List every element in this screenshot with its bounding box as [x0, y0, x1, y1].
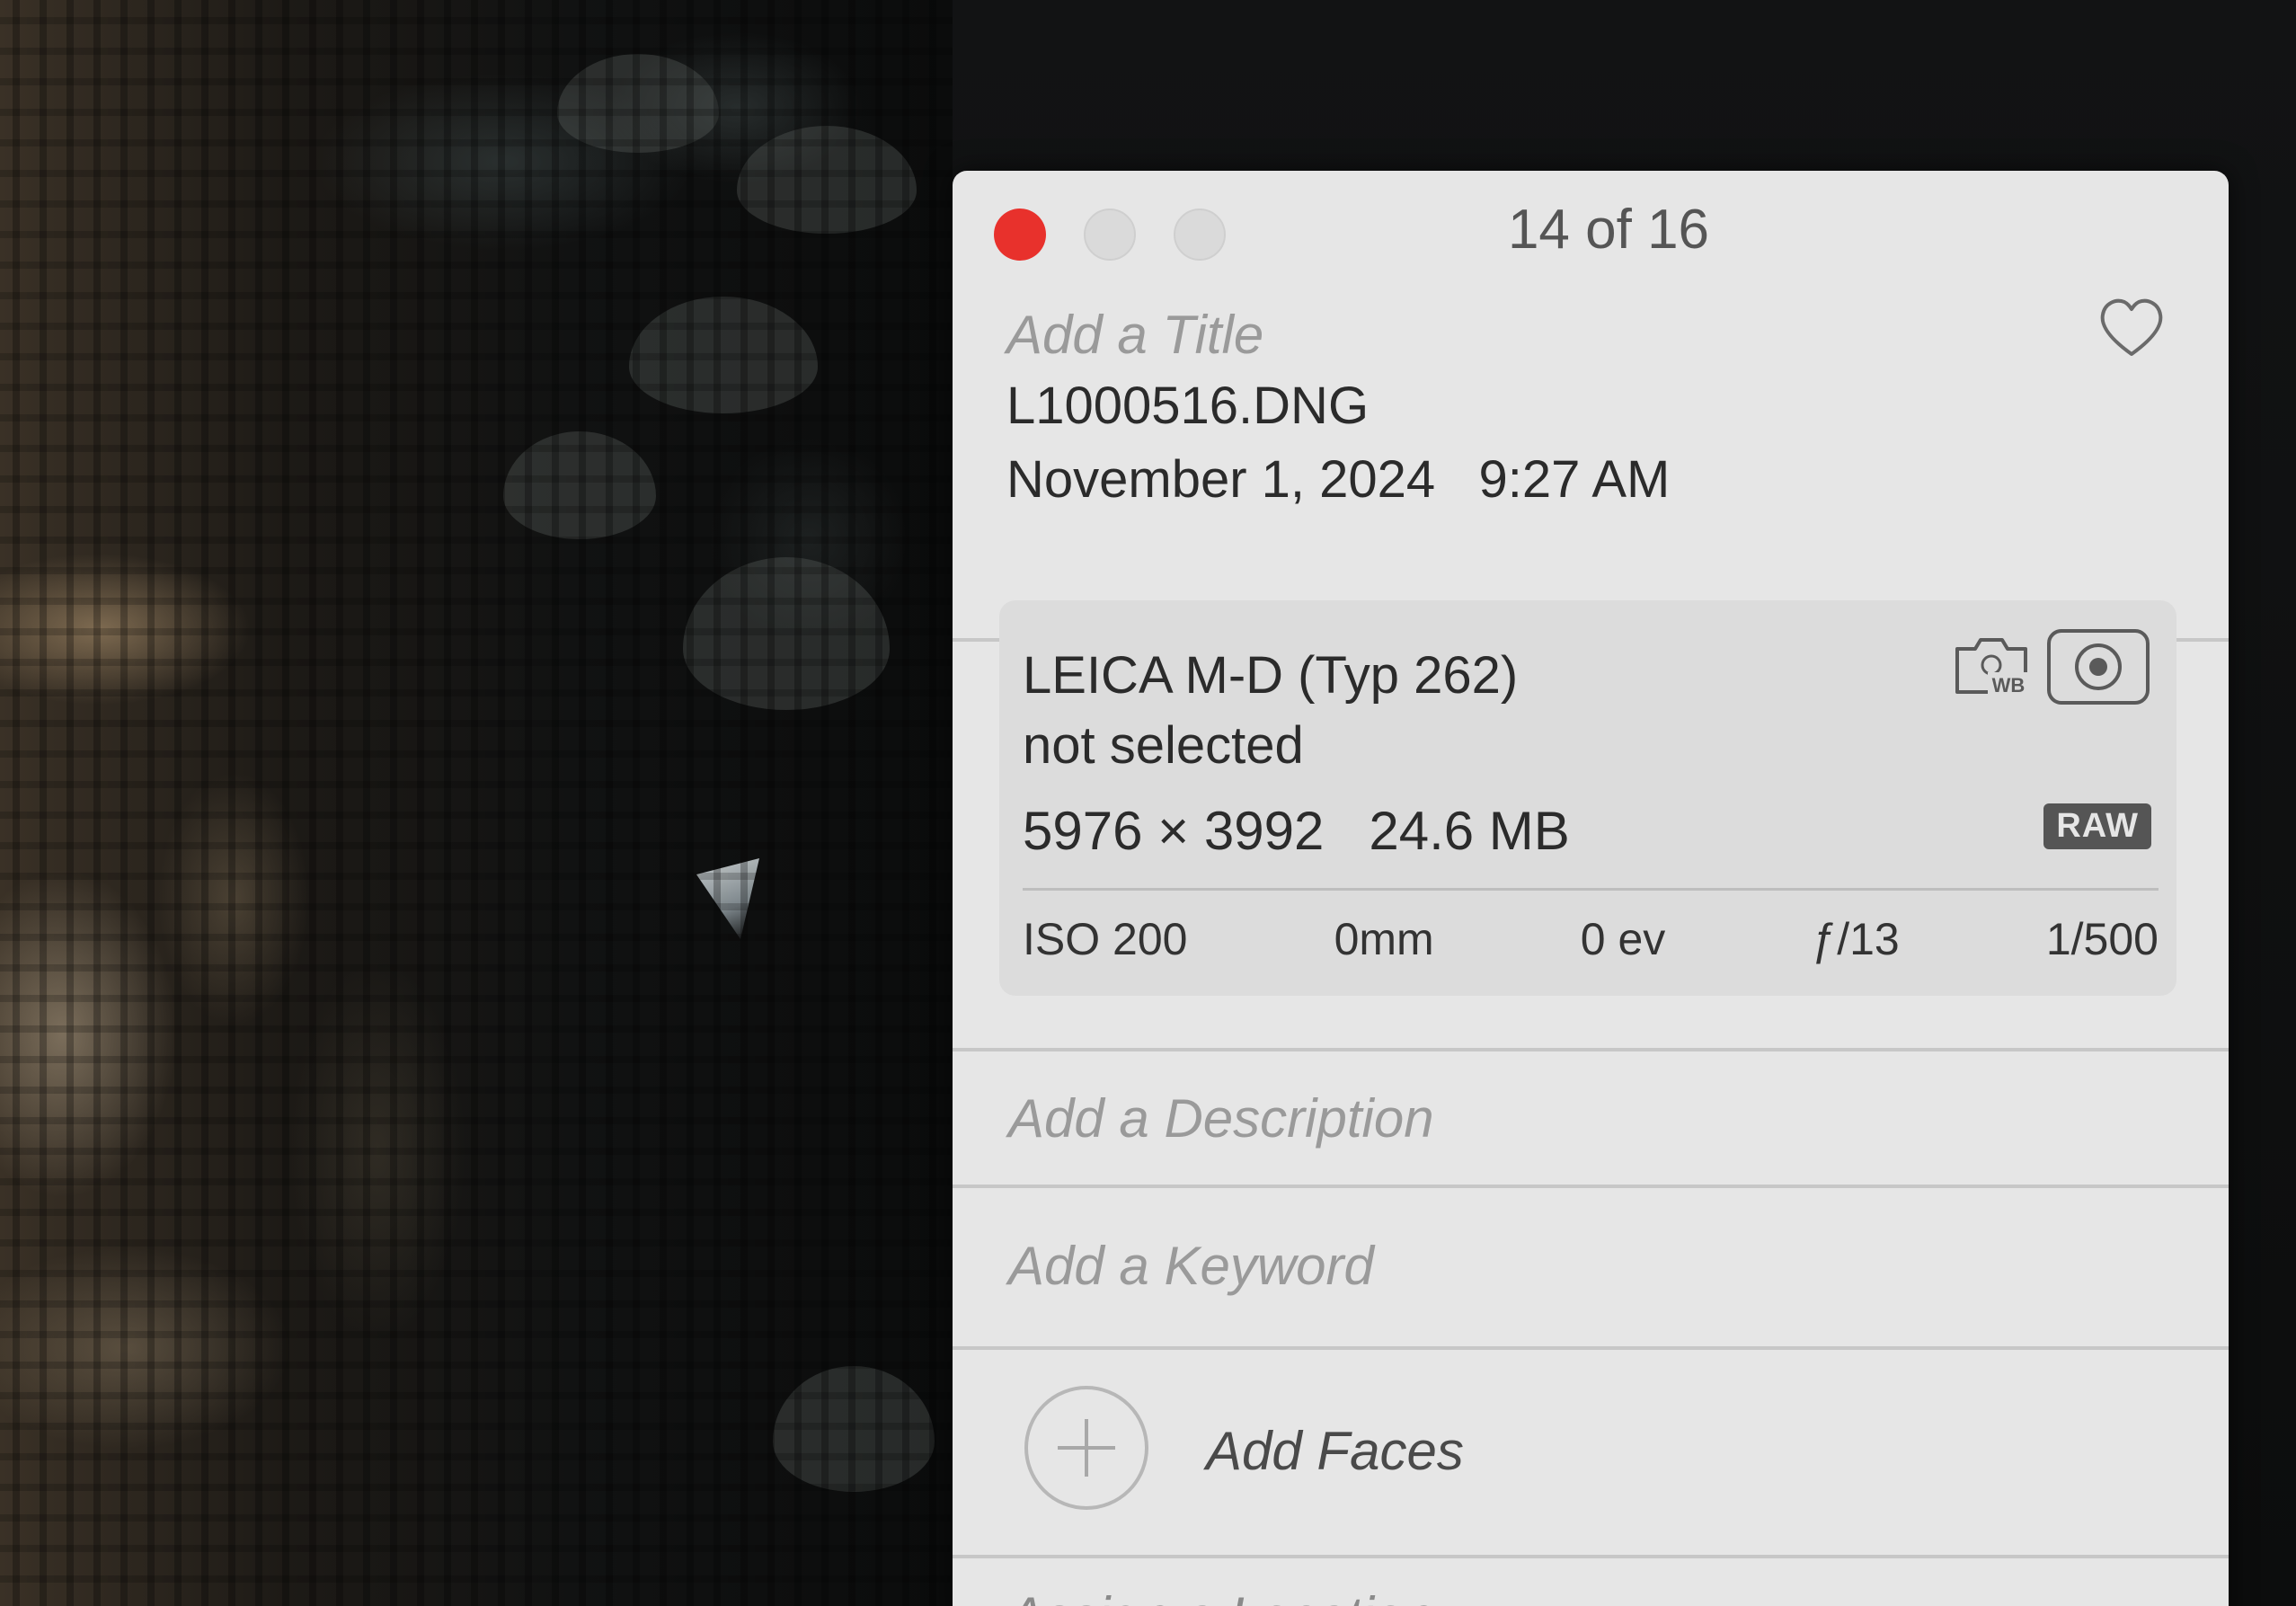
capture-time: 9:27 AM — [1478, 450, 1671, 509]
foliage — [629, 297, 818, 413]
shutter-speed-value: 1/500 — [2045, 914, 2159, 964]
lens-info: not selected — [1023, 716, 1304, 775]
capture-date: November 1, 2024 — [1006, 450, 1436, 509]
metering-mode-icon — [2047, 629, 2150, 705]
add-faces-label[interactable]: Add Faces — [1206, 1420, 1464, 1482]
camera-model: LEICA M-D (Typ 262) — [1023, 646, 1519, 705]
heart-icon[interactable] — [2097, 297, 2166, 359]
light-reflection — [696, 858, 759, 939]
foliage — [557, 54, 719, 153]
aperture-value: ƒ/13 — [1812, 914, 1900, 964]
camera-info-card: LEICA M-D (Typ 262) not selected 5976 × … — [999, 600, 2176, 996]
description-row[interactable]: Add a Description — [953, 1048, 2229, 1188]
background-photo — [0, 0, 953, 1606]
title-input[interactable]: Add a Title — [1006, 304, 1263, 366]
location-input[interactable]: Assign a Location — [1008, 1585, 1434, 1606]
exif-row: ISO 200 0mm 0 ev ƒ/13 1/500 — [1023, 913, 2159, 965]
foliage — [773, 1366, 935, 1492]
foliage — [737, 126, 917, 234]
capture-datetime: November 1, 2024 9:27 AM — [1006, 449, 1670, 510]
info-panel: 14 of 16 Add a Title L1000516.DNG Novemb… — [953, 171, 2229, 1606]
divider — [1023, 888, 2159, 891]
screen: 14 of 16 Add a Title L1000516.DNG Novemb… — [0, 0, 2296, 1606]
exposure-compensation-value: 0 ev — [1580, 914, 1666, 964]
add-face-plus-icon[interactable] — [1024, 1386, 1148, 1510]
image-dimensions: 5976 × 3992 — [1023, 801, 1325, 861]
white-balance-camera-icon: WB — [1955, 638, 2029, 697]
location-row[interactable]: Assign a Location — [953, 1558, 2229, 1606]
description-input[interactable]: Add a Description — [1008, 1087, 1434, 1149]
focal-length-value: 0mm — [1334, 914, 1434, 964]
keyword-row[interactable]: Add a Keyword — [953, 1185, 2229, 1350]
keyword-input[interactable]: Add a Keyword — [1008, 1235, 1374, 1297]
image-size: 5976 × 3992 24.6 MB — [1023, 800, 1570, 862]
iso-value: ISO 200 — [1023, 914, 1188, 964]
file-size: 24.6 MB — [1369, 801, 1570, 861]
filename: L1000516.DNG — [1006, 377, 1370, 435]
svg-text:WB: WB — [1992, 674, 2026, 697]
faces-row[interactable]: Add Faces — [953, 1350, 2229, 1558]
photo-counter: 14 of 16 — [1507, 199, 1710, 261]
raw-badge: RAW — [2043, 803, 2151, 849]
foliage — [683, 557, 890, 710]
foliage — [503, 431, 656, 539]
photo-metadata: Add a Title L1000516.DNG November 1, 202… — [953, 261, 2229, 642]
title-bar: 14 of 16 — [953, 171, 2229, 261]
